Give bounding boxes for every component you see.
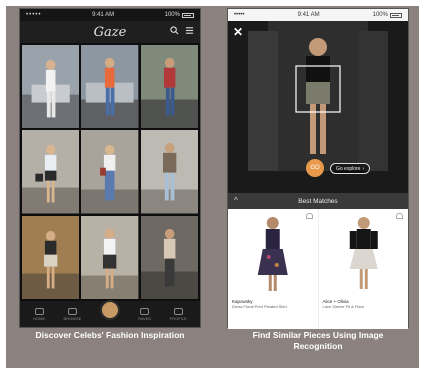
search-icon[interactable] xyxy=(170,26,179,35)
bookmark-icon[interactable] xyxy=(396,213,403,219)
result-card[interactable]: Kapowsky Dress Floral Print Pleated Skir… xyxy=(228,209,319,329)
status-time: 9:41 AM xyxy=(297,12,320,18)
menu-icon[interactable] xyxy=(185,26,194,35)
status-time: 9:41 AM xyxy=(92,12,115,18)
tab-label: PROFILE xyxy=(169,315,187,321)
camera-viewfinder[interactable]: ✕ GO Go explore › xyxy=(228,21,408,193)
celeb-photo[interactable] xyxy=(22,130,80,214)
tab-label: HOME xyxy=(33,315,46,321)
battery-percent: 100% xyxy=(164,12,180,18)
celeb-photo[interactable] xyxy=(140,215,198,299)
celeb-photo[interactable] xyxy=(81,130,139,214)
celebrity-photo-grid xyxy=(20,43,200,301)
chevron-right-icon: › xyxy=(362,165,365,172)
battery-percent: 100% xyxy=(372,12,388,18)
tab-profile[interactable]: PROFILE xyxy=(169,307,187,321)
matches-title: Best Matches xyxy=(298,197,338,205)
battery-icon xyxy=(181,12,194,18)
user-icon xyxy=(173,307,183,315)
product-description: Dress Floral Print Pleated Skirt xyxy=(232,304,287,309)
left-caption: Discover Celebs' Fashion Inspiration xyxy=(35,330,185,340)
product-description: Lace Sleeve Fit & Flare xyxy=(322,304,365,309)
right-caption: Find Similar Pieces Using Image Recognit… xyxy=(252,330,384,351)
celeb-photo[interactable] xyxy=(22,215,80,299)
home-icon xyxy=(34,307,44,315)
chevron-up-icon[interactable]: ^ xyxy=(234,196,238,205)
camera-icon[interactable] xyxy=(99,300,120,320)
bottom-tab-bar: HOME BROWSE SAVED PROFILE xyxy=(20,300,200,327)
results-list: Kapowsky Dress Floral Print Pleated Skir… xyxy=(228,209,408,329)
close-icon[interactable]: ✕ xyxy=(233,25,243,39)
status-bar: ••••• 9:41 AM 100% xyxy=(228,9,408,21)
result-card[interactable]: Alice + Olivia Lace Sleeve Fit & Flare xyxy=(319,209,409,329)
search-button[interactable]: GO xyxy=(306,159,324,177)
explore-button[interactable]: Go explore › xyxy=(330,163,371,174)
bookmark-icon[interactable] xyxy=(305,213,313,219)
celeb-photo[interactable] xyxy=(140,45,198,129)
grid-icon xyxy=(67,307,77,315)
status-bar: ••••• 9:41 AM 100% xyxy=(20,9,200,21)
tab-browse[interactable]: BROWSE xyxy=(63,307,82,321)
left-phone: ••••• 9:41 AM 100% Gaze HOME BROWSE SAVE… xyxy=(19,8,201,328)
tab-saved[interactable]: SAVED xyxy=(138,307,152,321)
product-image xyxy=(257,217,288,291)
celeb-photo[interactable] xyxy=(81,215,139,299)
celeb-photo[interactable] xyxy=(140,130,198,214)
tab-home[interactable]: HOME xyxy=(33,307,46,321)
explore-label: Go explore xyxy=(336,165,361,172)
celeb-photo[interactable] xyxy=(22,45,80,129)
carrier-signal: ••••• xyxy=(234,12,245,18)
tab-label: SAVED xyxy=(138,315,152,321)
celeb-photo[interactable] xyxy=(81,45,139,129)
battery-icon xyxy=(389,12,402,18)
product-image xyxy=(349,217,378,289)
app-header: Gaze xyxy=(20,21,200,43)
right-phone: ••••• 9:41 AM 100% ✕ GO Go explore › ^ B… xyxy=(227,8,409,329)
heart-icon xyxy=(140,307,150,315)
carrier-signal: ••••• xyxy=(26,12,42,18)
best-matches-header[interactable]: ^ Best Matches xyxy=(228,193,408,209)
app-logo: Gaze xyxy=(93,24,127,40)
tab-label: BROWSE xyxy=(63,315,82,321)
